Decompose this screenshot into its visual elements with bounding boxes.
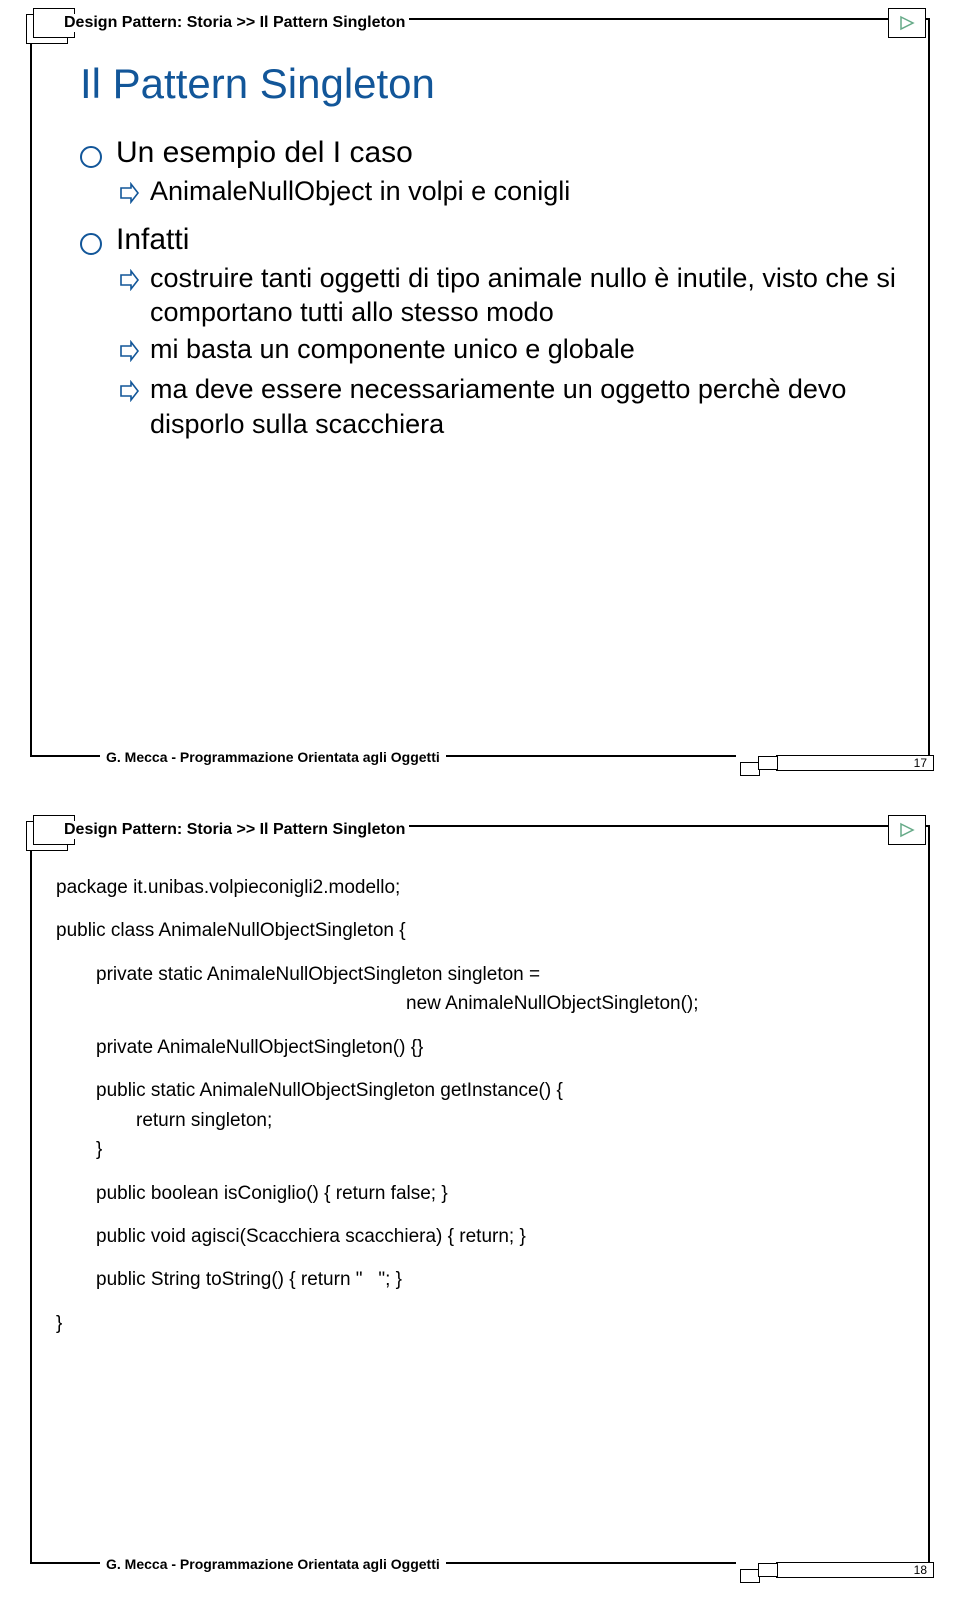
- small-box-back: [740, 762, 760, 776]
- page-number-decor: 18: [736, 1562, 934, 1578]
- code-line: new AnimaleNullObjectSingleton();: [56, 989, 904, 1018]
- breadcrumb-text: Design Pattern: Storia >> Il Pattern Sin…: [60, 14, 409, 32]
- arrow-right-icon: [118, 376, 140, 411]
- bullet-level2: AnimaleNullObject in volpi e conigli: [118, 174, 900, 213]
- code-line: public boolean isConiglio() { return fal…: [56, 1179, 904, 1208]
- code-line: private static AnimaleNullObjectSingleto…: [56, 960, 904, 989]
- code-line: }: [56, 1135, 904, 1164]
- bullet-level2: costruire tanti oggetti di tipo animale …: [118, 261, 900, 330]
- code-line: package it.unibas.volpieconigli2.modello…: [56, 873, 904, 902]
- arrow-right-icon: [118, 265, 140, 300]
- arrow-right-icon: [118, 178, 140, 213]
- arrow-right-icon: [118, 336, 140, 371]
- breadcrumb-bar: Design Pattern: Storia >> Il Pattern Sin…: [60, 815, 910, 845]
- slide-2: Design Pattern: Storia >> Il Pattern Sin…: [0, 807, 960, 1614]
- page-number-box: 18: [776, 1562, 934, 1578]
- code-line: }: [56, 1309, 904, 1338]
- slide-title: Il Pattern Singleton: [80, 60, 900, 108]
- bullet-text: ma deve essere necessariamente un oggett…: [150, 372, 900, 441]
- bullet-level2: mi basta un componente unico e globale: [118, 332, 900, 371]
- page-number: 17: [914, 756, 927, 770]
- code-line: private AnimaleNullObjectSingleton() {}: [56, 1033, 904, 1062]
- small-box-back: [740, 1569, 760, 1583]
- code-line: return singleton;: [56, 1106, 904, 1135]
- bullet-text: Un esempio del I caso: [116, 136, 413, 170]
- circle-bullet-icon: [80, 233, 102, 255]
- bullet-text: mi basta un componente unico e globale: [150, 332, 635, 367]
- code-line: public String toString() { return " "; }: [56, 1265, 904, 1294]
- bullet-text: costruire tanti oggetti di tipo animale …: [150, 261, 900, 330]
- footer-text: G. Mecca - Programmazione Orientata agli…: [100, 749, 446, 765]
- code-line: public class AnimaleNullObjectSingleton …: [56, 916, 904, 945]
- slide-1: Design Pattern: Storia >> Il Pattern Sin…: [0, 0, 960, 807]
- breadcrumb-text: Design Pattern: Storia >> Il Pattern Sin…: [60, 821, 409, 839]
- page-number-box: 17: [776, 755, 934, 771]
- breadcrumb-bar: Design Pattern: Storia >> Il Pattern Sin…: [60, 8, 910, 38]
- code-block: package it.unibas.volpieconigli2.modello…: [56, 873, 904, 1544]
- small-box-front: [758, 1563, 778, 1577]
- footer-text: G. Mecca - Programmazione Orientata agli…: [100, 1556, 446, 1572]
- page-number: 18: [914, 1563, 927, 1577]
- circle-bullet-icon: [80, 146, 102, 168]
- page-number-decor: 17: [736, 755, 934, 771]
- bullet-text: Infatti: [116, 223, 189, 257]
- bullet-level1: Infatti: [80, 223, 900, 257]
- code-line: public static AnimaleNullObjectSingleton…: [56, 1076, 904, 1105]
- slide-body: Il Pattern Singleton Un esempio del I ca…: [80, 60, 900, 737]
- bullet-level1: Un esempio del I caso: [80, 136, 900, 170]
- bullet-level2: ma deve essere necessariamente un oggett…: [118, 372, 900, 441]
- bullet-text: AnimaleNullObject in volpi e conigli: [150, 174, 570, 209]
- small-box-front: [758, 756, 778, 770]
- code-line: public void agisci(Scacchiera scacchiera…: [56, 1222, 904, 1251]
